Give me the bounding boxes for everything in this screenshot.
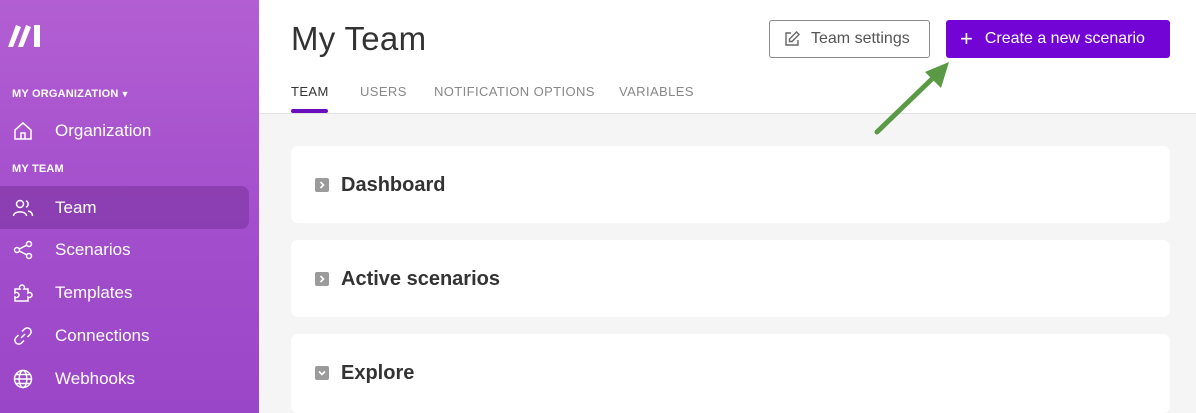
annotation-arrow-icon	[874, 62, 949, 135]
sidebar-item-label: Templates	[55, 282, 133, 302]
sidebar-item-organization[interactable]: Organization	[0, 109, 249, 152]
home-icon	[12, 120, 34, 142]
section-title: Dashboard	[341, 174, 446, 196]
page-title: My Team	[291, 20, 427, 57]
sidebar: MY ORGANIZATION ▼ Organization MY TEAM Te…	[0, 0, 259, 413]
sidebar-item-label: Webhooks	[55, 368, 136, 388]
sidebar-item-label: Scenarios	[55, 239, 131, 259]
active-tab-indicator	[291, 109, 328, 113]
section-title: Explore	[341, 362, 415, 384]
sidebar-item-templates[interactable]: Templates	[0, 271, 249, 314]
sidebar-item-team[interactable]: Team	[0, 186, 249, 229]
create-scenario-label: Create a new scenario	[984, 30, 1145, 47]
chevron-right-icon[interactable]	[315, 272, 329, 286]
team-section-label: MY TEAM	[12, 163, 64, 175]
create-scenario-button[interactable]: + Create a new scenario	[946, 20, 1170, 58]
section-card-active-scenarios[interactable]: Active scenarios	[291, 240, 1170, 317]
puzzle-icon	[12, 282, 34, 304]
team-settings-label: Team settings	[811, 30, 910, 47]
users-icon	[12, 197, 34, 219]
team-settings-button[interactable]: Team settings	[769, 20, 930, 58]
sidebar-item-label: Team	[55, 197, 97, 217]
tab-users[interactable]: USERS	[360, 84, 407, 99]
link-icon	[12, 325, 34, 347]
section-card-dashboard[interactable]: Dashboard	[291, 146, 1170, 223]
sidebar-item-webhooks[interactable]: Webhooks	[0, 357, 249, 400]
sidebar-item-connections[interactable]: Connections	[0, 314, 249, 357]
globe-icon	[12, 368, 34, 390]
sidebar-item-scenarios[interactable]: Scenarios	[0, 228, 249, 271]
section-title: Active scenarios	[341, 268, 500, 290]
sidebar-item-label: Organization	[55, 120, 152, 140]
chevron-right-icon[interactable]	[315, 178, 329, 192]
sidebar-item-label: Connections	[55, 325, 150, 345]
chevron-down-icon[interactable]	[315, 366, 329, 380]
make-logo-icon[interactable]	[6, 22, 42, 48]
section-card-explore[interactable]: Explore	[291, 334, 1170, 413]
page-header: My Team Team settings + Create a new sce…	[259, 0, 1196, 114]
tab-team[interactable]: TEAM	[291, 84, 329, 99]
tab-notification-options[interactable]: NOTIFICATION OPTIONS	[434, 84, 595, 99]
plus-icon: +	[960, 26, 973, 51]
caret-down-icon[interactable]: ▼	[120, 89, 129, 99]
share-nodes-icon	[12, 239, 34, 261]
tab-variables[interactable]: VARIABLES	[619, 84, 694, 99]
edit-icon	[785, 31, 800, 46]
org-section-label[interactable]: MY ORGANIZATION ▼	[12, 88, 130, 100]
